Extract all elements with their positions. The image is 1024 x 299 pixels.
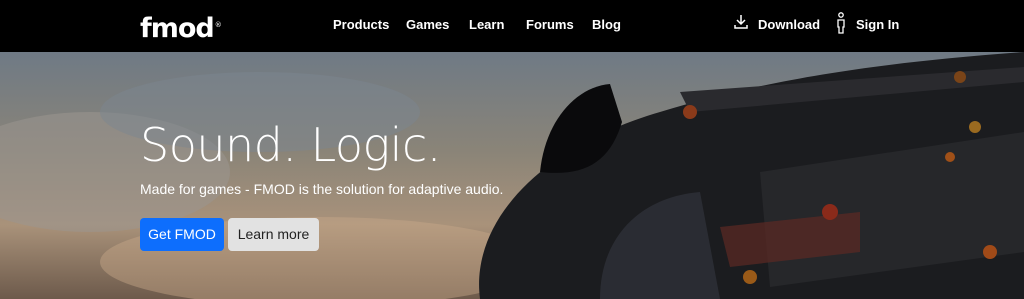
logo-text: fmod xyxy=(140,13,215,44)
hero-subtitle: Made for games - FMOD is the solution fo… xyxy=(140,181,504,197)
registered-mark: ® xyxy=(214,21,222,29)
nav-item-products[interactable]: Products xyxy=(333,17,389,33)
download-link[interactable]: Download xyxy=(758,17,820,33)
nav-item-forums[interactable]: Forums xyxy=(526,17,574,33)
fmod-logo[interactable]: fmod® xyxy=(140,8,222,46)
hero-banner: Sound. Logic. Made for games - FMOD is t… xyxy=(0,52,1024,299)
hero-background-image xyxy=(0,52,1024,299)
user-icon xyxy=(836,12,846,39)
sign-in-link[interactable]: Sign In xyxy=(856,17,899,33)
get-fmod-button[interactable]: Get FMOD xyxy=(140,218,224,251)
nav-item-learn[interactable]: Learn xyxy=(469,17,504,33)
nav-item-games[interactable]: Games xyxy=(406,17,449,33)
top-navbar: fmod® Products Games Learn Forums Blog D… xyxy=(0,0,1024,52)
download-icon xyxy=(734,14,748,35)
hero-title: Sound. Logic. xyxy=(140,118,441,172)
learn-more-button[interactable]: Learn more xyxy=(228,218,319,251)
nav-item-blog[interactable]: Blog xyxy=(592,17,621,33)
